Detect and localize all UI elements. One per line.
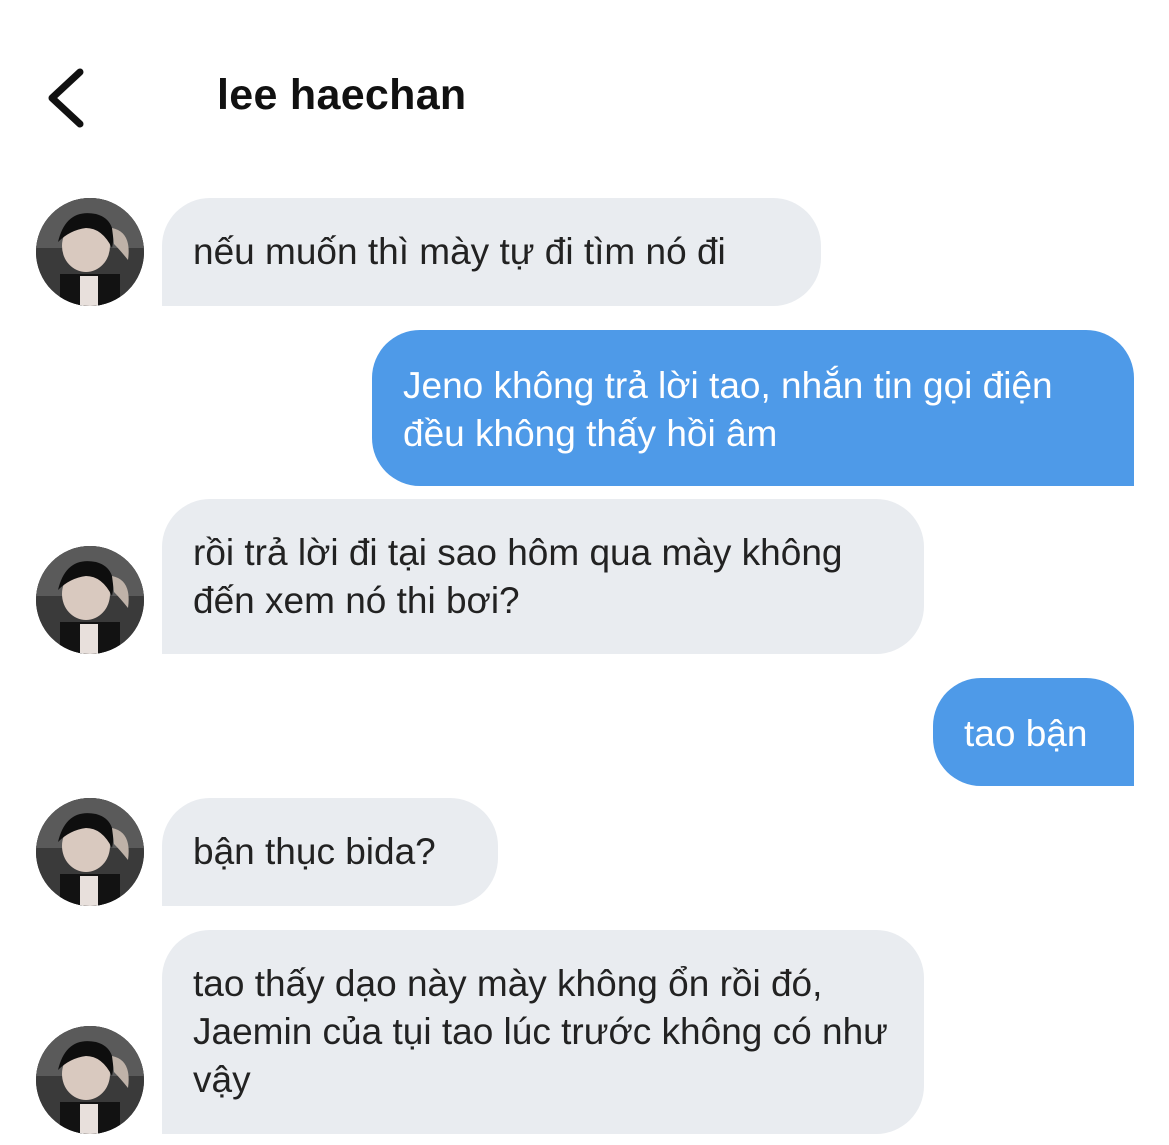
message-bubble-incoming[interactable]: tao thấy dạo này mày không ổn rồi đó, Ja… xyxy=(162,930,924,1134)
message-bubble-incoming[interactable]: rồi trả lời đi tại sao hôm qua mày không… xyxy=(162,499,924,654)
message-bubble-incoming[interactable]: bận thục bida? xyxy=(162,798,498,906)
contact-name: lee haechan xyxy=(217,71,467,119)
back-button[interactable] xyxy=(36,62,96,134)
avatar[interactable] xyxy=(36,1026,144,1134)
message-bubble-incoming[interactable]: nếu muốn thì mày tự đi tìm nó đi xyxy=(162,198,821,306)
message-bubble-outgoing[interactable]: Jeno không trả lời tao, nhắn tin gọi điệ… xyxy=(372,330,1134,486)
avatar[interactable] xyxy=(36,198,144,306)
chevron-left-icon xyxy=(48,68,84,128)
chat-header: lee haechan xyxy=(0,0,1169,170)
avatar[interactable] xyxy=(36,546,144,654)
avatar[interactable] xyxy=(36,798,144,906)
message-bubble-outgoing[interactable]: tao bận xyxy=(933,678,1134,786)
